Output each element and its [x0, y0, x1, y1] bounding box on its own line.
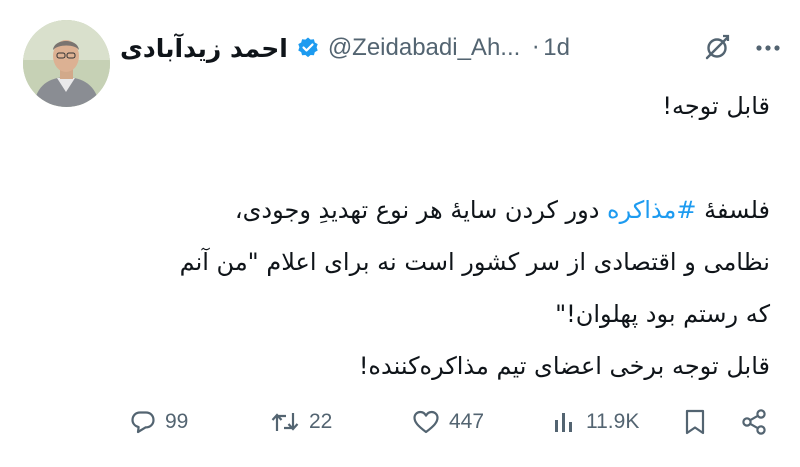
timestamp[interactable]: 1d	[543, 34, 570, 62]
views-count: 11.9K	[586, 410, 640, 433]
tweet-body: قابل توجه! فلسفهٔ #مذاکره دور کردن سایهٔ…	[90, 80, 770, 392]
views-icon	[555, 413, 572, 432]
tweet-line-4: که رستم بود پهلوان!"	[555, 300, 770, 328]
share-icon	[742, 409, 766, 435]
bookmark-button[interactable]	[683, 408, 707, 436]
action-bar: 99 22 447 11.9K	[130, 402, 772, 442]
tweet-line-3: نظامی و اقتصادی از سر کشور است نه برای ا…	[179, 248, 770, 276]
separator-dot: ·	[532, 35, 540, 61]
tweet-card[interactable]: احمد زیدآبادی @Zeidabadi_Ah... · 1d قابل…	[0, 0, 800, 467]
retweet-icon	[271, 413, 299, 431]
reply-count: 99	[165, 410, 189, 433]
reply-icon	[131, 411, 155, 434]
like-count: 447	[449, 410, 485, 433]
hashtag-link[interactable]: #مذاکره	[607, 196, 696, 224]
heart-icon	[413, 410, 439, 434]
tweet-line-5: قابل توجه برخی اعضای تیم مذاکره‌کننده!	[358, 352, 770, 380]
share-button[interactable]	[740, 408, 768, 436]
bookmark-icon	[685, 409, 705, 435]
views-button[interactable]: 11.9K	[553, 409, 639, 435]
more-icon[interactable]	[754, 34, 782, 62]
tweet-line-1: قابل توجه!	[662, 92, 770, 120]
text-segment: دور کردن سایهٔ هر نوع تهدیدِ وجودی،	[234, 196, 608, 224]
like-button[interactable]: 447	[412, 409, 484, 435]
tweet-header: احمد زیدآبادی @Zeidabadi_Ah... · 1d	[120, 28, 782, 68]
line-spacer	[90, 132, 770, 184]
reply-button[interactable]: 99	[130, 409, 188, 435]
text-segment: فلسفهٔ	[696, 196, 770, 224]
tweet-line-2: فلسفهٔ #مذاکره دور کردن سایهٔ هر نوع تهد…	[90, 184, 770, 236]
verified-badge-icon	[296, 36, 320, 60]
author-handle[interactable]: @Zeidabadi_Ah...	[328, 34, 520, 62]
grok-icon[interactable]	[702, 33, 732, 63]
retweet-count: 22	[309, 410, 333, 433]
retweet-button[interactable]: 22	[270, 409, 332, 435]
author-name[interactable]: احمد زیدآبادی	[120, 34, 288, 63]
